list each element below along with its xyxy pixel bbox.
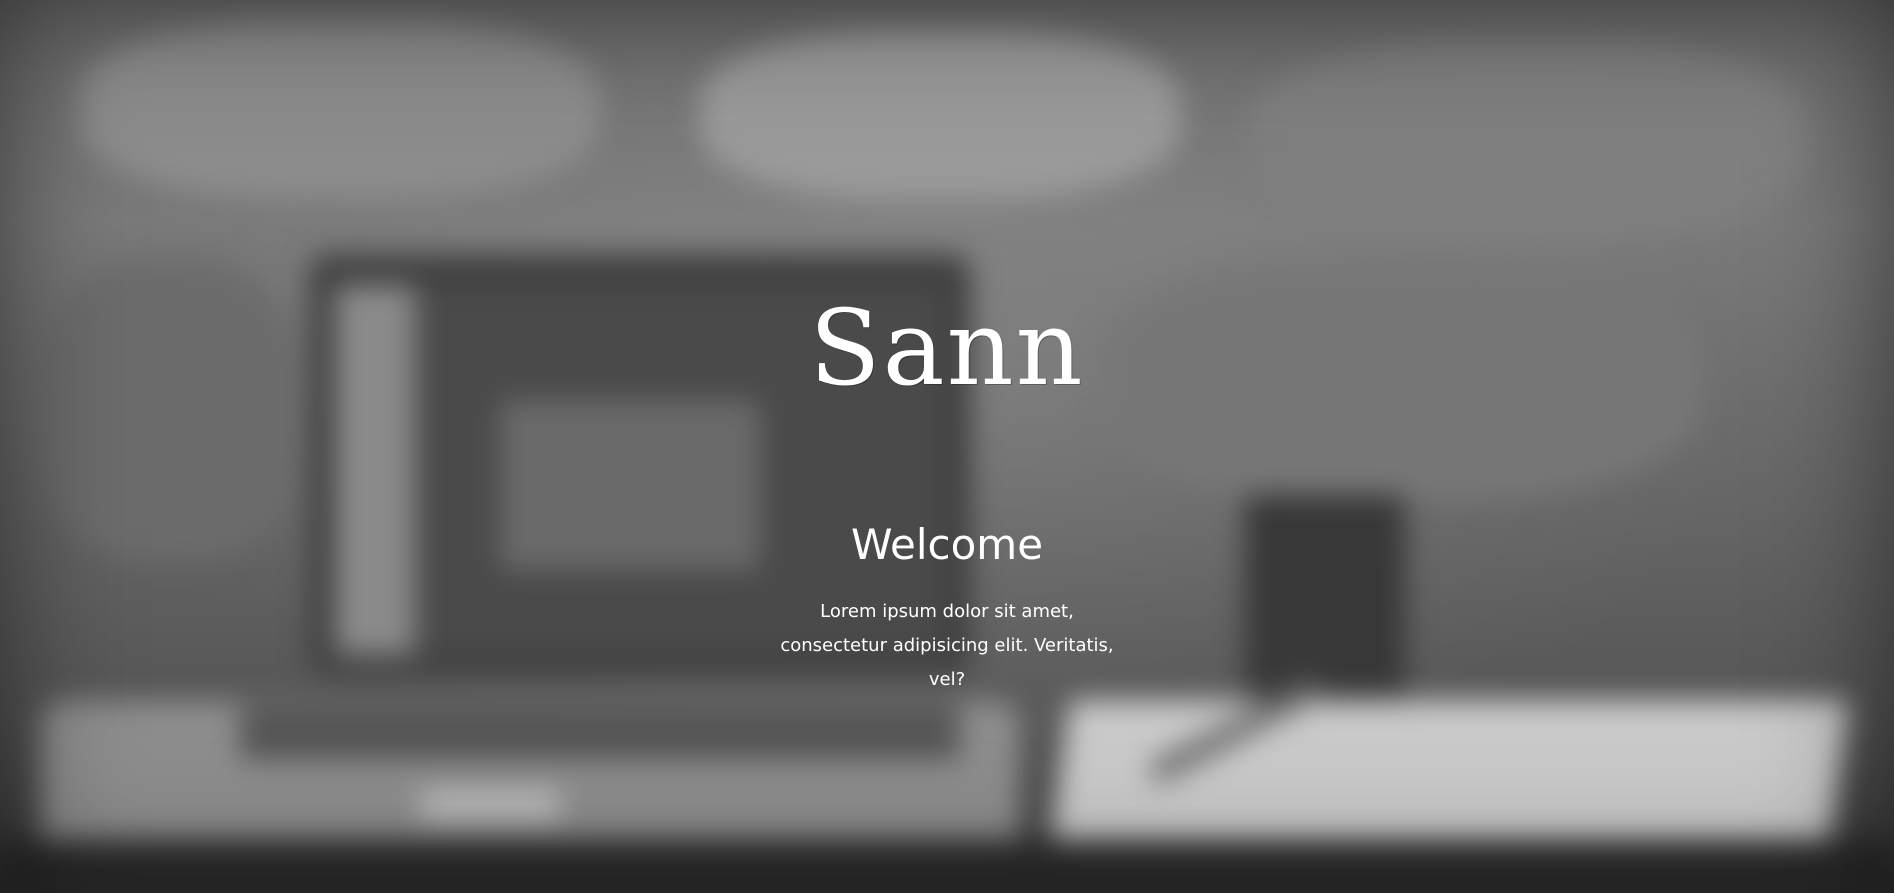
wall-texture xyxy=(700,30,1180,200)
background-image xyxy=(0,0,1894,893)
site-logo: Sann xyxy=(809,287,1085,409)
laptop-trackpad xyxy=(420,790,560,820)
hero-section: Sann Welcome Lorem ipsum dolor sit amet,… xyxy=(0,0,1894,893)
wall-texture xyxy=(80,20,600,200)
laptop-keyboard xyxy=(240,705,960,760)
wall-texture xyxy=(1250,40,1810,240)
desk xyxy=(0,840,1894,893)
hero-description: Lorem ipsum dolor sit amet, consectetur … xyxy=(780,601,1114,690)
hero-title: Welcome xyxy=(850,520,1044,569)
